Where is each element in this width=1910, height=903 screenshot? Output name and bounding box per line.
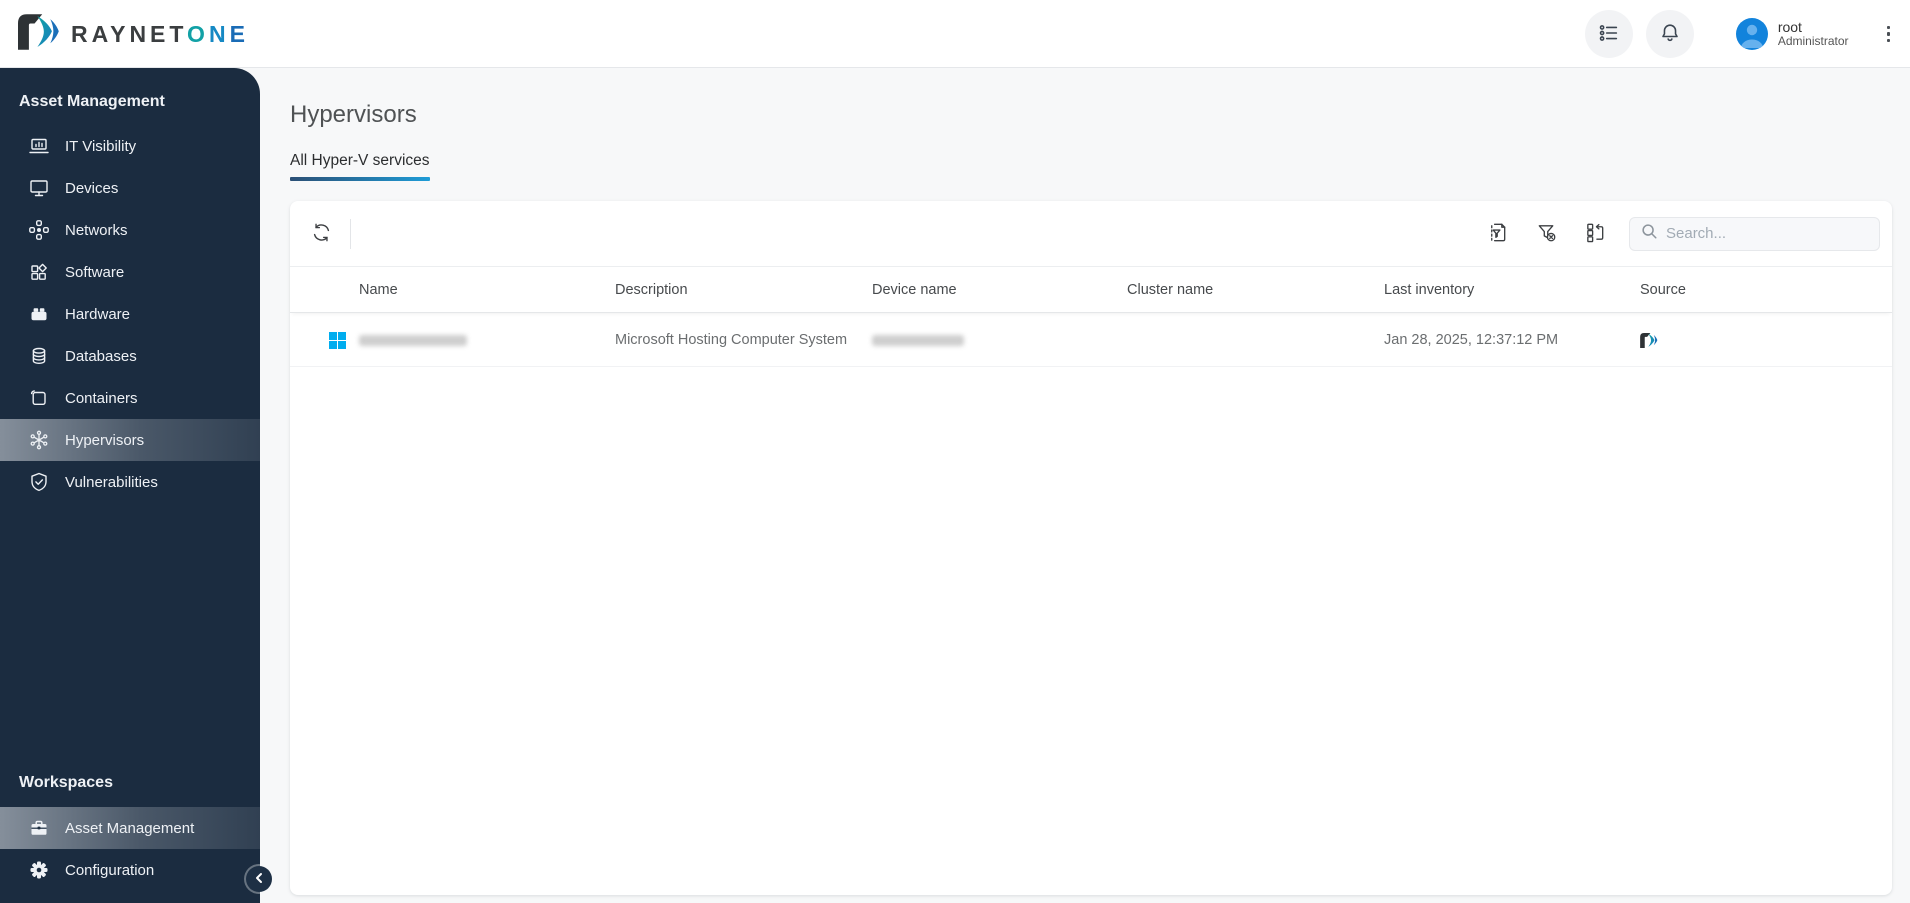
- brand-name: RAYNETONE: [71, 21, 249, 47]
- sidebar-item-label: Databases: [65, 347, 137, 365]
- main-content: Hypervisors All Hyper-V services Search.…: [260, 68, 1910, 903]
- sidebar-item-label: Devices: [65, 179, 119, 197]
- container-icon: [28, 387, 50, 409]
- sidebar-collapse-button[interactable]: [246, 866, 272, 892]
- sidebar-item-label: Configuration: [65, 861, 155, 879]
- sidebar-item-label: Software: [65, 263, 125, 281]
- gear-icon: [28, 859, 50, 881]
- sidebar-item-hypervisors[interactable]: Hypervisors: [0, 419, 260, 461]
- sidebar-item-label: Networks: [65, 221, 128, 239]
- raynet-logo-icon: [18, 14, 60, 55]
- column-header-last-inventory[interactable]: Last inventory: [1384, 267, 1474, 313]
- more-options-button[interactable]: [1881, 20, 1897, 49]
- refresh-button[interactable]: [304, 217, 338, 251]
- sidebar-section-asset-management: Asset Management: [19, 93, 165, 110]
- raynet-source-icon: [1640, 313, 1658, 367]
- topbar: RAYNETONE root Administrator: [0, 0, 1910, 68]
- content-card: Name Description Device name Cluster nam…: [290, 201, 1892, 895]
- sidebar-item-label: Hypervisors: [65, 431, 145, 449]
- toolbar-divider: [350, 218, 351, 249]
- tab-label: All Hyper-V services: [290, 152, 430, 169]
- sidebar: Asset Management IT Visibility Devices N…: [0, 68, 272, 903]
- clear-filter-icon: [1535, 221, 1558, 247]
- redacted-device-name-value: [872, 335, 964, 346]
- task-list-icon: [1597, 21, 1621, 48]
- user-menu[interactable]: root Administrator: [1735, 18, 1849, 50]
- sidebar-item-it-visibility[interactable]: IT Visibility: [0, 125, 260, 167]
- laptop-chart-icon: [28, 135, 50, 157]
- sidebar-item-workspace-configuration[interactable]: Configuration: [0, 849, 260, 891]
- search-box: [1629, 216, 1880, 251]
- column-header-description[interactable]: Description: [615, 267, 688, 313]
- software-grid-icon: [28, 261, 50, 283]
- user-name: root: [1777, 19, 1802, 36]
- sidebar-item-devices[interactable]: Devices: [0, 167, 260, 209]
- sidebar-item-label: Hardware: [65, 305, 131, 323]
- table-row[interactable]: Microsoft Hosting Computer System Jan 28…: [290, 313, 1892, 367]
- tab-all-hyperv-services[interactable]: All Hyper-V services: [290, 152, 430, 181]
- table-header: Name Description Device name Cluster nam…: [290, 267, 1892, 313]
- tab-active-underline: [290, 177, 430, 181]
- sidebar-item-software[interactable]: Software: [0, 251, 260, 293]
- shield-check-icon: [28, 471, 50, 493]
- brand-logo[interactable]: RAYNETONE: [18, 14, 249, 55]
- sidebar-item-vulnerabilities[interactable]: Vulnerabilities: [0, 461, 260, 503]
- monitor-icon: [28, 177, 50, 199]
- cell-description: Microsoft Hosting Computer System: [615, 332, 848, 348]
- task-list-button[interactable]: [1584, 10, 1633, 58]
- filter-document-icon: [1486, 221, 1509, 247]
- sidebar-item-hardware[interactable]: Hardware: [0, 293, 260, 335]
- windows-logo-icon: [329, 332, 346, 349]
- search-icon: [1640, 222, 1658, 245]
- column-header-cluster-name[interactable]: Cluster name: [1127, 267, 1213, 313]
- redacted-name-value: [359, 335, 467, 346]
- column-header-name[interactable]: Name: [359, 267, 398, 313]
- hypervisor-icon: [28, 429, 50, 451]
- clear-filter-button[interactable]: [1529, 217, 1563, 251]
- column-chooser-icon: [1584, 221, 1607, 247]
- sidebar-item-networks[interactable]: Networks: [0, 209, 260, 251]
- refresh-icon: [310, 221, 333, 247]
- sidebar-section-workspaces: Workspaces: [19, 774, 113, 791]
- user-role: Administrator: [1777, 34, 1849, 49]
- column-chooser-button[interactable]: [1578, 217, 1612, 251]
- notifications-button[interactable]: [1645, 10, 1694, 58]
- column-header-device-name[interactable]: Device name: [872, 267, 957, 313]
- sidebar-item-containers[interactable]: Containers: [0, 377, 260, 419]
- page-title: Hypervisors: [290, 101, 417, 128]
- sidebar-item-label: Asset Management: [65, 819, 195, 837]
- filter-document-button[interactable]: [1480, 217, 1514, 251]
- database-icon: [28, 345, 50, 367]
- sidebar-item-databases[interactable]: Databases: [0, 335, 260, 377]
- sidebar-item-workspace-asset-management[interactable]: Asset Management: [0, 807, 260, 849]
- user-avatar-icon: [1735, 18, 1768, 50]
- column-header-source[interactable]: Source: [1640, 267, 1686, 313]
- bell-icon: [1658, 21, 1682, 48]
- sidebar-item-label: Containers: [65, 389, 138, 407]
- hardware-brick-icon: [28, 303, 50, 325]
- briefcase-icon: [28, 817, 50, 839]
- search-input[interactable]: [1666, 225, 1869, 242]
- kebab-menu-icon: [1886, 25, 1890, 30]
- sidebar-item-label: Vulnerabilities: [65, 473, 158, 491]
- network-icon: [28, 219, 50, 241]
- cell-last-inventory: Jan 28, 2025, 12:37:12 PM: [1384, 332, 1559, 348]
- grid-toolbar: [290, 201, 1892, 267]
- sidebar-item-label: IT Visibility: [65, 137, 137, 155]
- chevron-left-icon: [253, 872, 265, 887]
